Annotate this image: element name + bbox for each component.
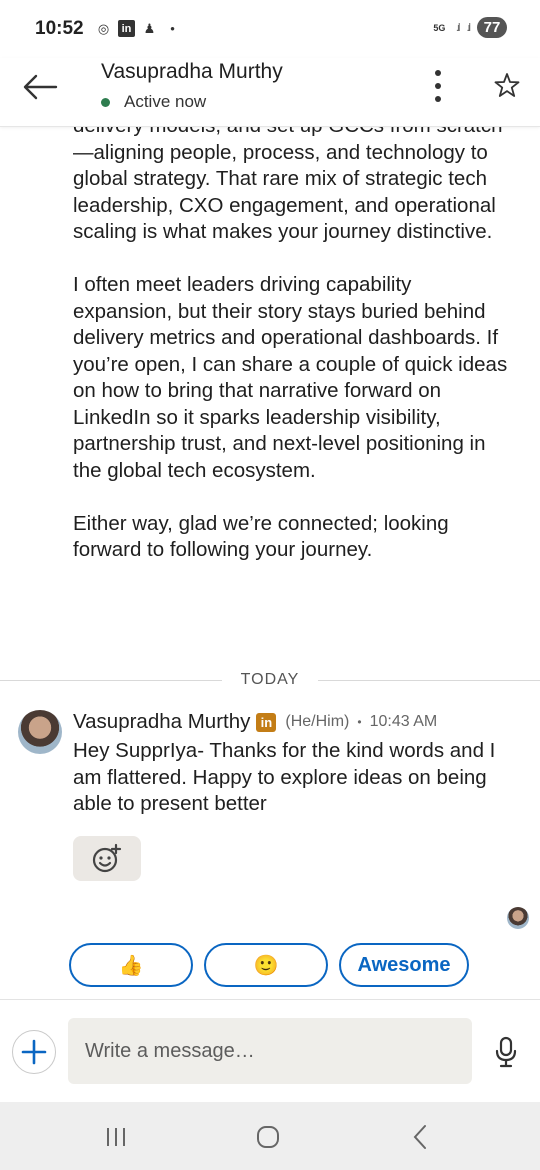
more-options-icon[interactable]: [428, 68, 448, 104]
status-bar: 10:52 ◎ in ♟ • 5G .ıl .ıl 77: [0, 0, 540, 58]
message-header: Vasupradha Murthy in (He/Him) • 10:43 AM: [73, 710, 437, 734]
add-reaction-button[interactable]: [73, 836, 141, 881]
home-icon: [257, 1126, 279, 1148]
message-time: 10:43 AM: [369, 713, 438, 730]
partial-line: delivery models, and set up GCCs from: [73, 126, 431, 137]
smile-icon: 🙂: [253, 954, 279, 977]
separator-dot: •: [357, 715, 362, 729]
add-emoji-icon: [92, 843, 122, 872]
system-icons: 5G .ıl .ıl 77: [431, 17, 507, 38]
contact-name[interactable]: Vasupradha Murthy: [101, 60, 283, 84]
chrome-icon: ◎: [97, 20, 110, 36]
system-navigation-bar: [0, 1102, 540, 1170]
back-chevron-icon: [413, 1125, 426, 1149]
microphone-icon[interactable]: [494, 1036, 518, 1068]
sender-pronouns: (He/Him): [285, 713, 350, 730]
composer-divider: [0, 999, 540, 1000]
conversation-header: Vasupradha Murthy Active now: [0, 58, 540, 127]
recent-apps-icon: [107, 1128, 125, 1146]
app-notification-icon: ♟: [143, 20, 156, 36]
status-time: 10:52: [35, 18, 84, 39]
star-icon[interactable]: [494, 72, 520, 98]
back-button[interactable]: [400, 1122, 440, 1152]
notification-icons: ◎ in ♟ •: [95, 20, 181, 37]
plus-icon: [21, 1039, 47, 1065]
home-button[interactable]: [248, 1122, 288, 1152]
message-paragraph: delivery models, and set up GCCs from sc…: [73, 126, 513, 246]
message-paragraph-rest: scratch—aligning people, process, and te…: [73, 126, 503, 243]
signal-icon: .ıl: [455, 21, 460, 34]
message-paragraph: Either way, glad we’re connected; lookin…: [73, 511, 449, 562]
signal-icon-2: .ıl: [466, 21, 470, 34]
back-arrow-icon[interactable]: [22, 72, 58, 102]
sender-name[interactable]: Vasupradha Murthy: [73, 710, 250, 734]
network-type-icon: 5G: [433, 22, 446, 33]
date-divider-label: TODAY: [240, 671, 300, 688]
presence-status: Active now: [101, 92, 206, 112]
linkedin-premium-badge-icon: in: [256, 712, 277, 732]
sender-avatar[interactable]: [18, 710, 62, 754]
presence-label: Active now: [124, 92, 207, 111]
quick-reply-thumbs-up[interactable]: 👍: [69, 943, 193, 987]
message-input[interactable]: [68, 1018, 472, 1084]
linkedin-notification-icon: in: [118, 20, 135, 37]
recent-apps-button[interactable]: [96, 1122, 136, 1152]
quick-reply-label: Awesome: [357, 953, 451, 976]
online-dot-icon: [101, 97, 110, 107]
battery-icon: 77: [477, 17, 507, 38]
message-paragraph: I often meet leaders driving capability …: [73, 273, 508, 482]
more-notifications-icon: •: [170, 21, 175, 36]
quick-reply-smile[interactable]: 🙂: [204, 943, 328, 987]
thumbs-up-icon: 👍: [118, 954, 144, 977]
seen-receipt-avatar: [507, 907, 529, 929]
earlier-message: delivery models, and set up GCCs from sc…: [0, 126, 540, 666]
attach-button[interactable]: [12, 1030, 56, 1074]
quick-reply-awesome[interactable]: Awesome: [339, 943, 469, 987]
date-divider: TODAY: [0, 669, 540, 693]
message-text: Hey SupprIya- Thanks for the kind words …: [73, 739, 496, 815]
